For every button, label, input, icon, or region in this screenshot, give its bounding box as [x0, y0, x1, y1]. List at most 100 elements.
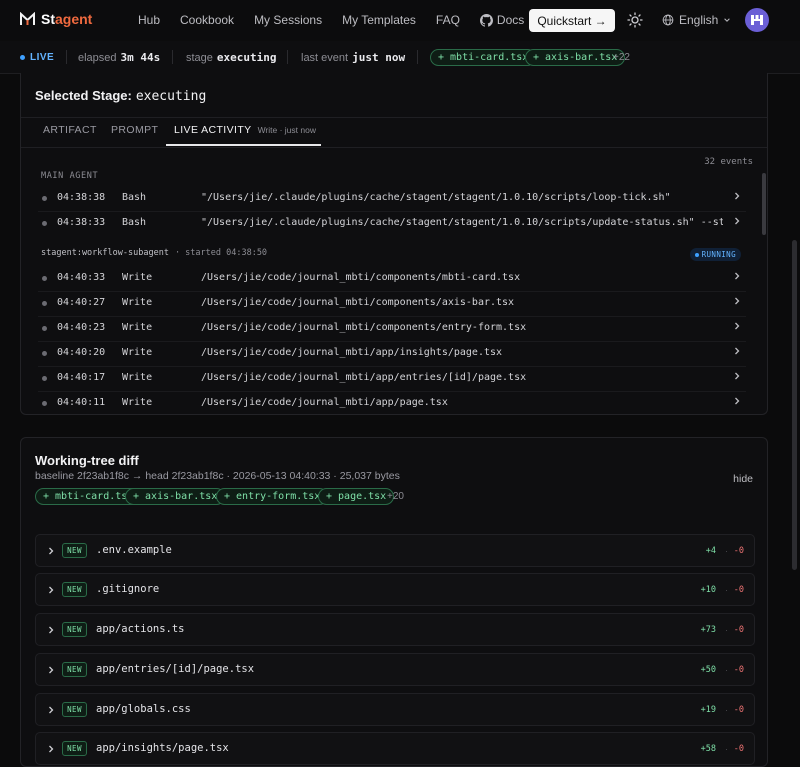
diff-file-chip[interactable]: + page.tsx: [318, 488, 395, 505]
subagent-header: stagent:workflow-subagent · started 04:38…: [41, 248, 741, 266]
event-tool: Write: [122, 272, 153, 283]
changed-file-chip[interactable]: + mbti-card.tsx: [430, 49, 537, 66]
running-dot-icon: [694, 252, 699, 257]
event-argument: /Users/jie/code/journal_mbti/app/entries…: [201, 372, 527, 383]
quickstart-button[interactable]: Quickstart →: [529, 9, 615, 32]
github-icon: [479, 13, 493, 27]
new-file-badge: NEW: [62, 741, 87, 756]
tab-live-activity-label: LIVE ACTIVITY: [174, 124, 252, 136]
brand-logo[interactable]: Stagent: [20, 11, 92, 27]
language-selector[interactable]: English: [662, 13, 731, 27]
user-avatar[interactable]: [745, 8, 769, 32]
chevron-right-icon: [735, 192, 740, 200]
stage-tabs: ARTIFACT PROMPT LIVE ACTIVITY Write · jus…: [21, 117, 767, 148]
activity-row[interactable]: 04:40:27 Write /Users/jie/code/journal_m…: [38, 292, 746, 317]
live-indicator: LIVE: [20, 52, 54, 63]
active-tab-indicator: [166, 144, 321, 146]
event-dot-icon: [42, 376, 47, 381]
additions-count: +19: [700, 705, 716, 715]
chevron-right-icon: [735, 372, 740, 380]
event-time: 04:40:11: [57, 397, 106, 408]
file-name: app/insights/page.tsx: [96, 742, 229, 754]
chevron-right-icon: [49, 626, 54, 634]
sun-icon[interactable]: [627, 12, 643, 28]
diff-file-row[interactable]: NEW app/globals.css +19 · -0: [35, 693, 755, 726]
diff-file-row[interactable]: NEW .env.example +4 · -0: [35, 534, 755, 567]
event-time: 04:40:20: [57, 347, 106, 358]
additions-count: +10: [700, 585, 716, 595]
diff-file-row[interactable]: NEW .gitignore +10 · -0: [35, 573, 755, 606]
new-file-badge: NEW: [62, 622, 87, 637]
tab-live-activity[interactable]: LIVE ACTIVITY Write · just now: [174, 124, 316, 136]
event-time: 04:40:27: [57, 297, 106, 308]
last-event-stat: last event just now: [301, 51, 405, 64]
nav-link-cookbook[interactable]: Cookbook: [180, 13, 234, 27]
nav-link-hub[interactable]: Hub: [138, 13, 160, 27]
chevron-right-icon: [49, 547, 54, 555]
stat-separator: ·: [725, 585, 728, 595]
nav-link-my-sessions[interactable]: My Sessions: [254, 13, 322, 27]
deletions-count: -0: [733, 546, 744, 556]
event-dot-icon: [42, 276, 47, 281]
chevron-right-icon: [49, 666, 54, 674]
new-file-badge: NEW: [62, 582, 87, 597]
event-argument: /Users/jie/code/journal_mbti/components/…: [201, 272, 521, 283]
stage-label: stage: [186, 52, 213, 64]
diff-file-chip[interactable]: + entry-form.tsx: [216, 488, 329, 505]
event-argument: "/Users/jie/.claude/plugins/cache/stagen…: [201, 217, 723, 228]
additions-count: +4: [705, 546, 716, 556]
page-scrollbar[interactable]: [792, 240, 797, 570]
activity-scrollbar[interactable]: [762, 173, 766, 235]
tab-artifact[interactable]: ARTIFACT: [43, 124, 97, 136]
activity-row[interactable]: 04:40:17 Write /Users/jie/code/journal_m…: [38, 367, 746, 392]
selected-stage-panel: Selected Stage: executing ARTIFACT PROMPT…: [20, 73, 768, 415]
main-agent-label: MAIN AGENT: [41, 171, 99, 181]
brand-accent: agent: [55, 11, 93, 27]
event-tool: Write: [122, 322, 153, 333]
activity-row[interactable]: 04:40:20 Write /Users/jie/code/journal_m…: [38, 342, 746, 367]
more-diff-files-count[interactable]: +20: [387, 491, 404, 502]
chevron-right-icon: [735, 322, 740, 330]
activity-row[interactable]: 04:38:33 Bash "/Users/jie/.claude/plugin…: [38, 212, 746, 236]
activity-row[interactable]: 04:40:23 Write /Users/jie/code/journal_m…: [38, 317, 746, 342]
activity-row[interactable]: 04:40:11 Write /Users/jie/code/journal_m…: [38, 392, 746, 414]
diff-file-chip[interactable]: + axis-bar.tsx: [125, 488, 226, 505]
subagent-meta: · started 04:38:50: [174, 248, 268, 258]
event-tool: Write: [122, 297, 153, 308]
stage-stat: stage executing: [186, 51, 277, 64]
brand-prefix: St: [41, 11, 55, 27]
file-name: app/entries/[id]/page.tsx: [96, 663, 255, 675]
running-label: RUNNING: [701, 250, 736, 259]
chevron-right-icon: [735, 297, 740, 305]
activity-row[interactable]: 04:38:38 Bash "/Users/jie/.claude/plugin…: [38, 187, 746, 212]
stat-separator: ·: [725, 665, 728, 675]
event-tool: Write: [122, 372, 153, 383]
chevron-right-icon: [735, 272, 740, 280]
last-event-label: last event: [301, 52, 349, 64]
activity-row[interactable]: 04:40:33 Write /Users/jie/code/journal_m…: [38, 267, 746, 292]
more-files-count[interactable]: +22: [613, 52, 630, 63]
live-dot-icon: [20, 55, 25, 60]
nav-link-faq[interactable]: FAQ: [436, 13, 460, 27]
stage-title-value: executing: [135, 89, 207, 104]
diff-file-row[interactable]: NEW app/actions.ts +73 · -0: [35, 613, 755, 646]
tab-prompt[interactable]: PROMPT: [111, 124, 158, 136]
diff-file-row[interactable]: NEW app/entries/[id]/page.tsx +50 · -0: [35, 653, 755, 686]
event-dot-icon: [42, 351, 47, 356]
diff-title: Working-tree diff: [35, 453, 139, 468]
diff-meta: baseline 2f23ab1f8c → head 2f23ab1f8c · …: [35, 470, 400, 482]
stage-value: executing: [216, 51, 277, 64]
event-tool: Write: [122, 347, 153, 358]
diff-file-row[interactable]: NEW app/insights/page.tsx +58 · -0: [35, 732, 755, 765]
divider: [172, 50, 173, 64]
hide-diff-button[interactable]: hide: [733, 473, 753, 485]
chevron-right-icon: [735, 347, 740, 355]
event-dot-icon: [42, 196, 47, 201]
language-label: English: [679, 13, 719, 27]
nav-link-docs[interactable]: Docs: [479, 13, 524, 27]
deletions-count: -0: [733, 665, 744, 675]
nav-link-my-templates[interactable]: My Templates: [342, 13, 416, 27]
file-name: app/globals.css: [96, 703, 191, 715]
deletions-count: -0: [733, 585, 744, 595]
changed-file-chip[interactable]: + axis-bar.tsx: [525, 49, 626, 66]
